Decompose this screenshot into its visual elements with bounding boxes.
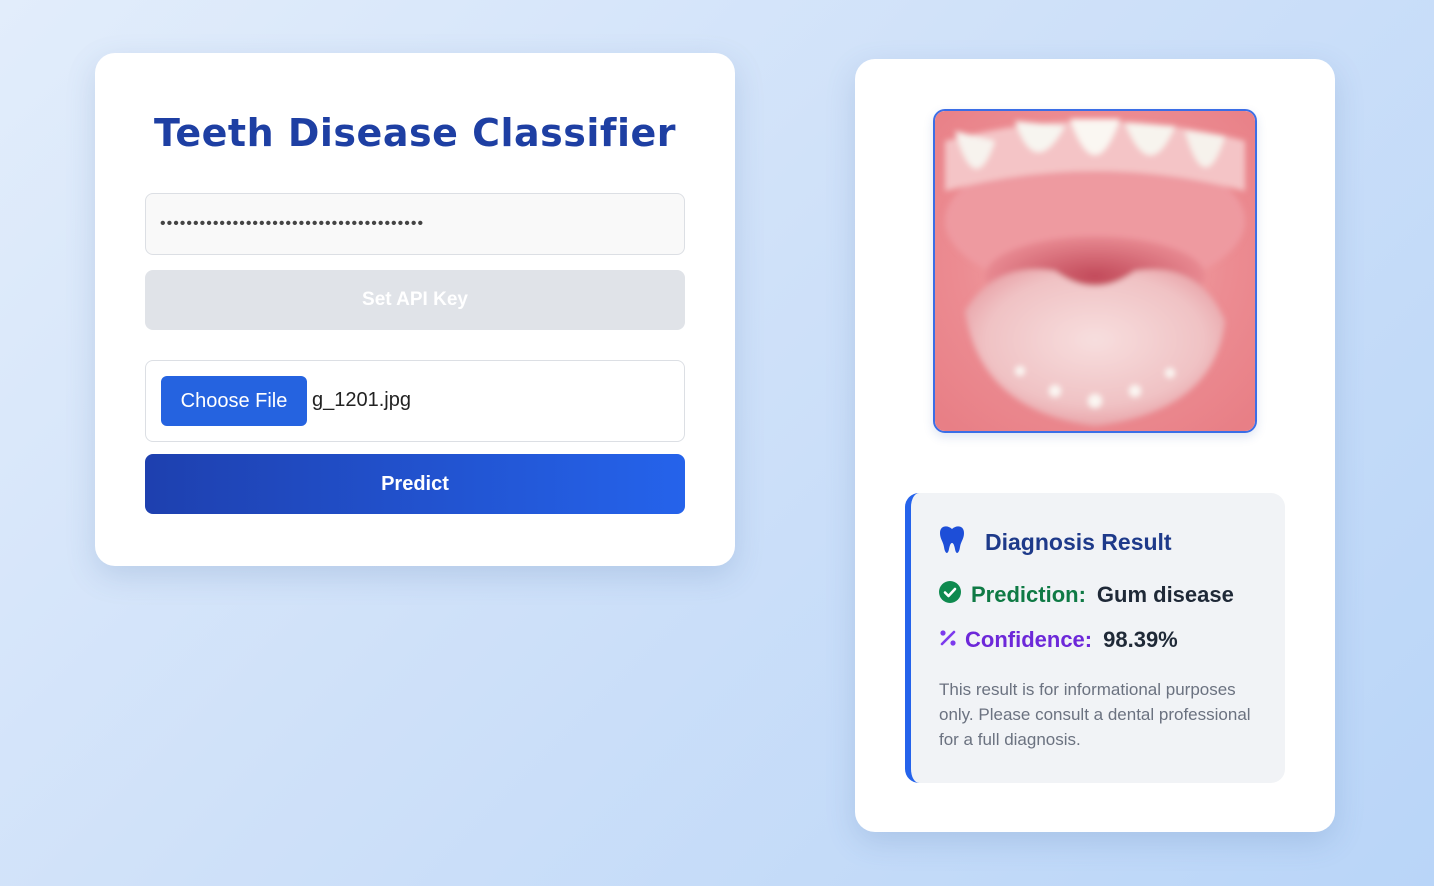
classifier-form-card: Teeth Disease Classifier Set API Key Cho… — [95, 53, 735, 566]
page-title: Teeth Disease Classifier — [154, 111, 676, 155]
confidence-row: Confidence: 98.39% — [939, 627, 1178, 653]
result-header: Diagnosis Result — [939, 525, 1172, 560]
tooth-icon — [939, 525, 965, 560]
prediction-value: Gum disease — [1096, 581, 1234, 607]
mouth-photo — [935, 111, 1255, 431]
uploaded-image-preview — [933, 109, 1257, 433]
result-card: Diagnosis Result Prediction: Gum disease — [855, 59, 1335, 832]
set-api-key-button[interactable]: Set API Key — [145, 270, 685, 330]
choose-file-button[interactable]: Choose File — [161, 376, 307, 426]
check-circle-icon — [939, 581, 961, 608]
prediction-label: Prediction: — [971, 581, 1086, 607]
selected-file-name: g_1201.jpg — [312, 389, 411, 411]
disclaimer-note: This result is for informational purpose… — [939, 680, 1251, 749]
confidence-value: 98.39% — [1103, 627, 1178, 652]
confidence-label: Confidence: — [965, 627, 1093, 652]
diagnosis-result-panel: Diagnosis Result Prediction: Gum disease — [905, 493, 1285, 783]
result-title: Diagnosis Result — [985, 529, 1172, 555]
prediction-row: Prediction: Gum disease — [939, 581, 1234, 608]
predict-button[interactable]: Predict — [145, 454, 685, 514]
api-key-input[interactable] — [145, 193, 685, 255]
file-upload-field[interactable]: Choose File g_1201.jpg — [145, 360, 685, 442]
percent-icon — [939, 629, 957, 652]
